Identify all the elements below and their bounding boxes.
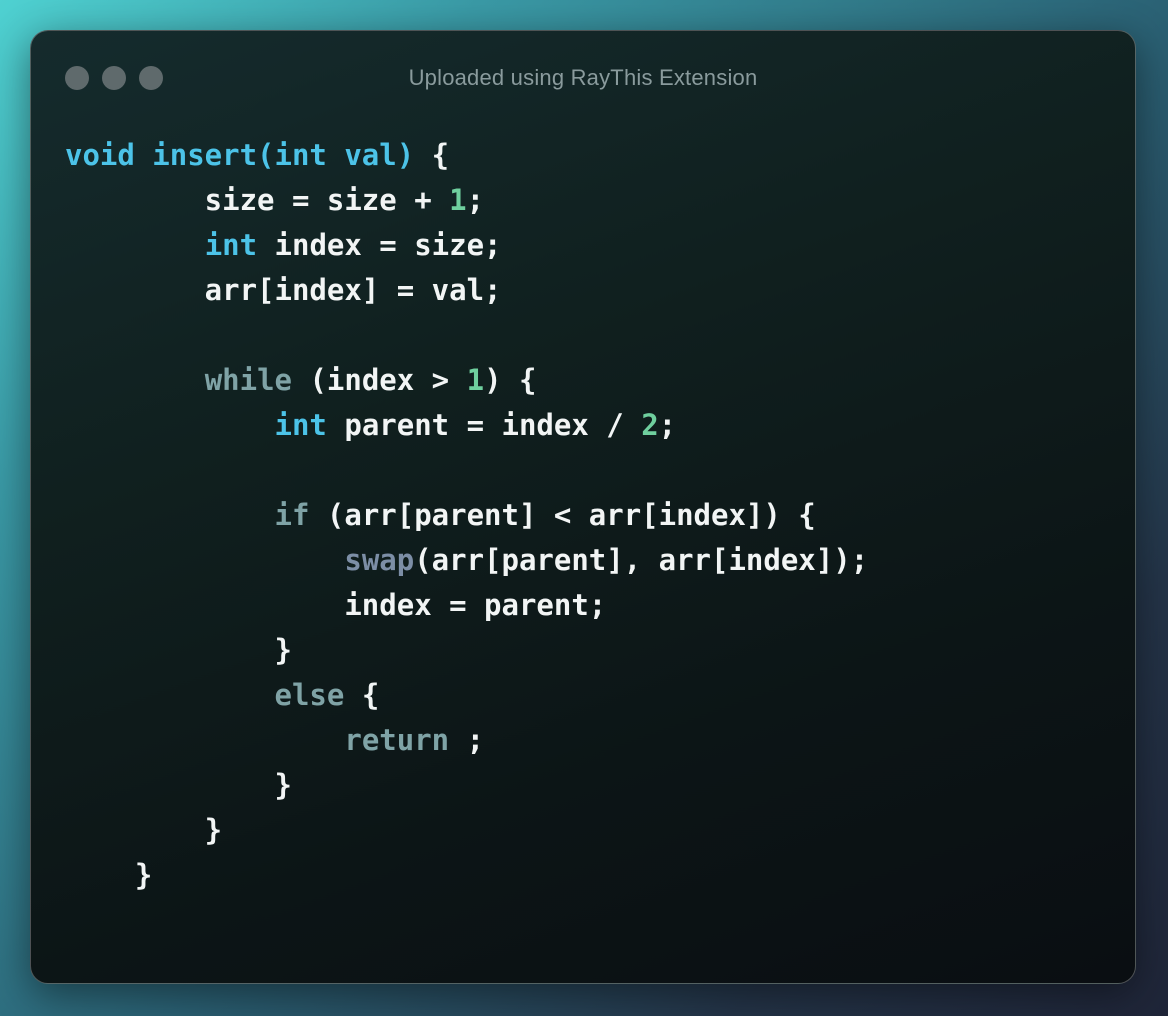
code-token: while [204, 363, 292, 397]
code-line: else { [65, 673, 868, 718]
code-line: size = size + 1; [65, 178, 868, 223]
code-line: arr[index] = val; [65, 268, 868, 313]
code-token: int [204, 228, 258, 262]
code-token: parent = index / [326, 408, 642, 442]
code-line: } [65, 808, 868, 853]
code-window: Uploaded using RayThis Extension void in… [30, 30, 1136, 984]
code-token: { [344, 678, 380, 712]
code-token: 2 [641, 408, 659, 442]
code-token: index = parent; [65, 588, 607, 622]
code-token: ; [449, 723, 485, 757]
code-token: swap [344, 543, 415, 577]
code-line: index = parent; [65, 583, 868, 628]
code-line: } [65, 628, 868, 673]
code-block: void insert(int val) { size = size + 1; … [65, 133, 868, 898]
code-line: } [65, 763, 868, 808]
code-token: else [274, 678, 345, 712]
code-line: void insert(int val) { [65, 133, 868, 178]
code-token: 1 [466, 363, 485, 397]
code-token: } [65, 858, 153, 892]
code-line: int index = size; [65, 223, 868, 268]
code-line: } [65, 853, 868, 898]
code-token: ; [466, 183, 485, 217]
code-token: } [65, 813, 223, 847]
code-token: } [65, 768, 292, 802]
code-token: (index > [292, 363, 467, 397]
code-token: ; [658, 408, 677, 442]
code-token: ) { [484, 363, 537, 397]
code-token: (arr[parent] < arr[index]) { [309, 498, 816, 532]
code-line: return ; [65, 718, 868, 763]
code-token: int [274, 408, 327, 442]
window-titlebar: Uploaded using RayThis Extension [31, 31, 1135, 123]
code-token: void insert(int val) [65, 138, 432, 172]
code-token: { [431, 138, 450, 172]
code-token: return [344, 723, 450, 757]
code-token: index = size; [257, 228, 502, 262]
code-line: while (index > 1) { [65, 358, 868, 403]
window-title: Uploaded using RayThis Extension [408, 65, 758, 90]
code-line: swap(arr[parent], arr[index]); [65, 538, 868, 583]
code-token: (arr[parent], arr[index]); [414, 543, 869, 577]
code-line: if (arr[parent] < arr[index]) { [65, 493, 868, 538]
code-token: size = size + [65, 183, 450, 217]
code-token: } [65, 633, 292, 667]
code-line: int parent = index / 2; [65, 403, 868, 448]
code-token: if [274, 498, 310, 532]
code-token: arr[index] = val; [65, 273, 502, 307]
code-token: 1 [449, 183, 467, 217]
